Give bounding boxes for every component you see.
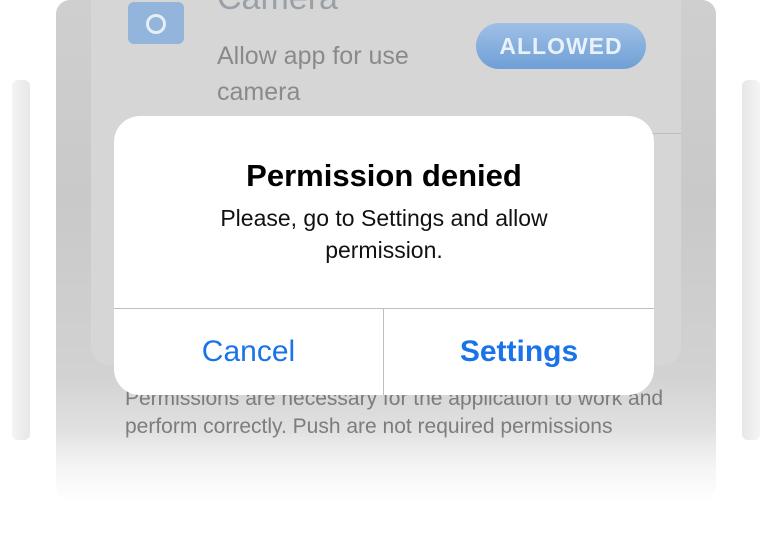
alert-message: Please, go to Settings and allow permiss…: [220, 205, 548, 263]
allowed-status-button[interactable]: ALLOWED: [476, 23, 646, 69]
alert-title: Permission denied: [246, 158, 522, 193]
permission-title: Camera: [217, 0, 338, 16]
settings-button[interactable]: Settings: [384, 309, 654, 395]
right-edge-shadow: [742, 80, 760, 440]
cancel-button[interactable]: Cancel: [114, 309, 383, 395]
bottom-fade: [56, 430, 716, 500]
left-edge-shadow: [12, 80, 30, 440]
camera-icon: [128, 2, 184, 44]
permission-description: Allow app for use camera: [217, 42, 409, 106]
permission-denied-alert: Permission denied Please, go to Settings…: [114, 116, 654, 395]
camera-lens: [146, 14, 166, 34]
